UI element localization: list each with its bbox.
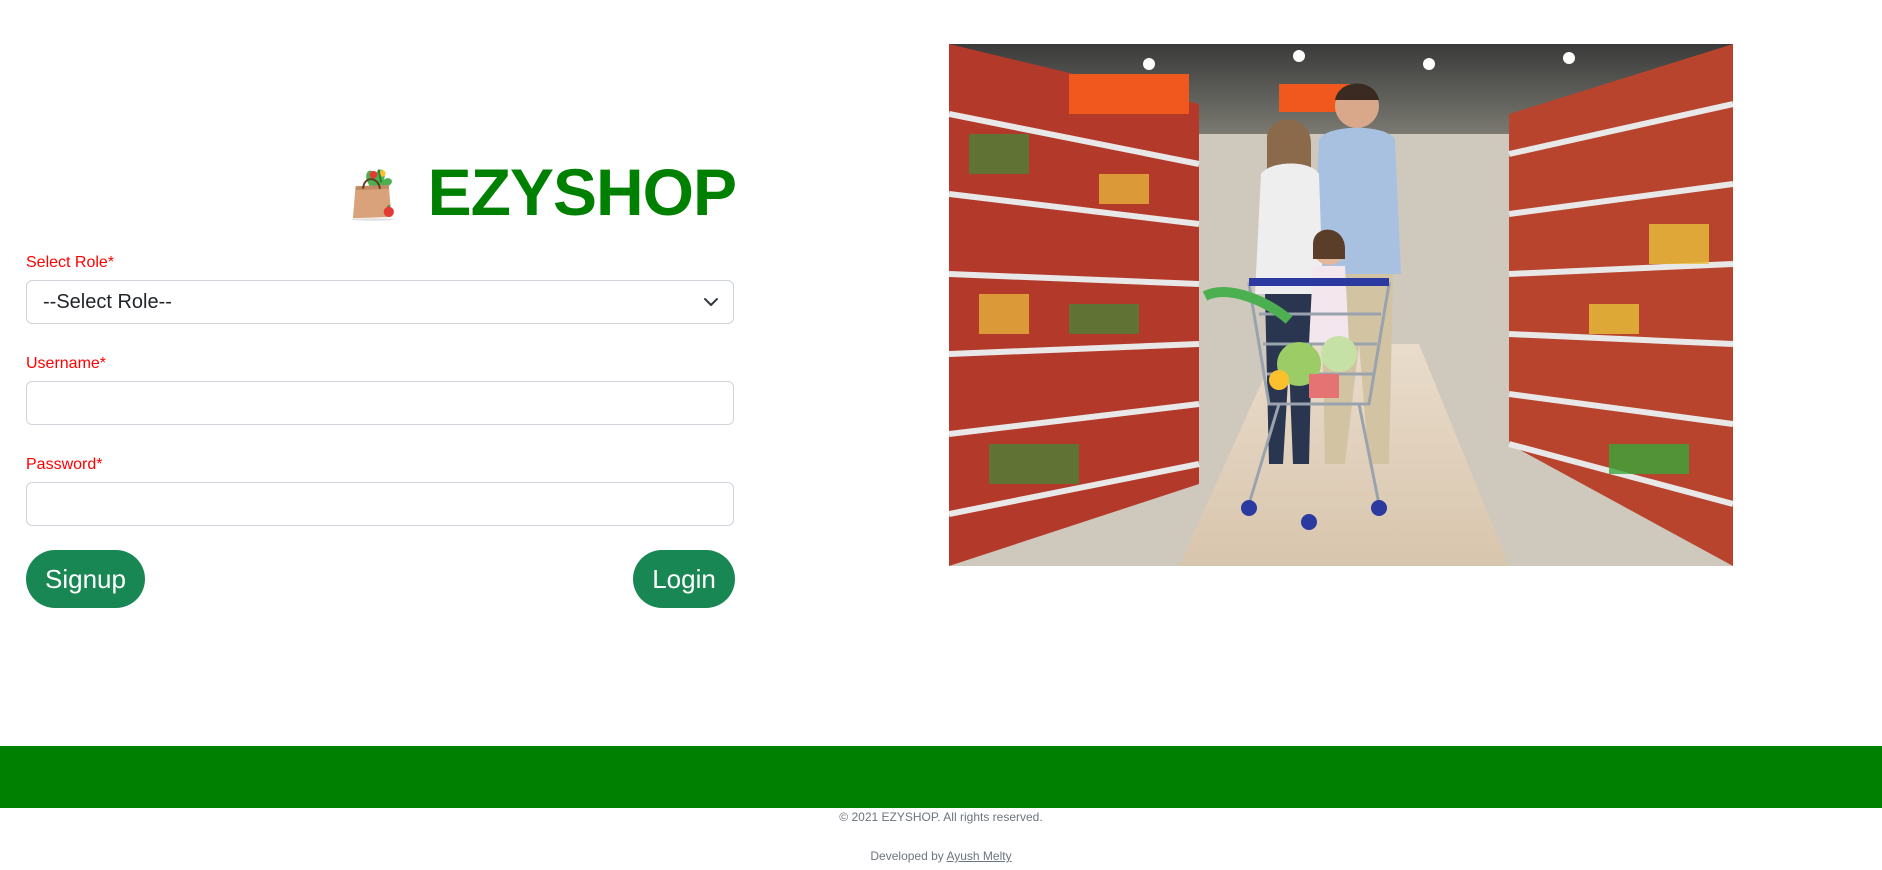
login-page: EZYSHOP Select Role* --Select Role-- Use… <box>0 0 1882 870</box>
login-button[interactable]: Login <box>633 550 735 608</box>
hero-image <box>949 44 1733 566</box>
footer-credit: Developed by Ayush Melty <box>0 849 1882 863</box>
signup-button[interactable]: Signup <box>26 550 145 608</box>
family-shopping-photo <box>949 44 1733 566</box>
role-select[interactable]: --Select Role-- <box>26 280 734 324</box>
brand-header: EZYSHOP <box>344 142 737 242</box>
footer-bar <box>0 746 1882 808</box>
developer-link[interactable]: Ayush Melty <box>946 849 1011 863</box>
brand-name: EZYSHOP <box>427 155 737 229</box>
password-input[interactable] <box>26 482 734 526</box>
username-label: Username* <box>26 355 107 372</box>
role-label: Select Role* <box>26 254 115 271</box>
grocery-bag-icon <box>351 169 395 221</box>
footer-copyright: © 2021 EZYSHOP. All rights reserved. <box>839 810 1043 824</box>
username-input[interactable] <box>26 381 734 425</box>
chevron-down-icon <box>704 298 718 306</box>
role-select-value: --Select Role-- <box>43 290 172 313</box>
footer-credit-prefix: Developed by <box>870 849 944 863</box>
password-label: Password* <box>26 456 103 473</box>
